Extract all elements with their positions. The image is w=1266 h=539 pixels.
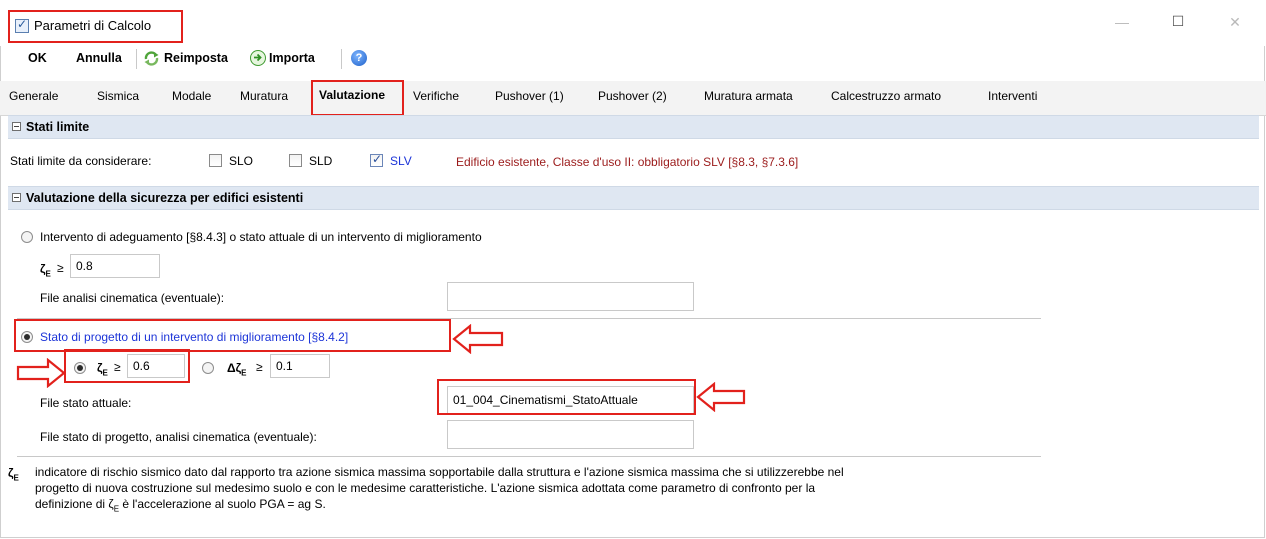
tab-verifiche[interactable]: Verifiche xyxy=(413,89,459,103)
left-arrow-icon xyxy=(452,324,504,354)
file-cinematica-input[interactable] xyxy=(447,282,694,311)
tab-generale[interactable]: Generale xyxy=(9,89,58,103)
slo-checkbox[interactable] xyxy=(209,154,222,167)
ok-button[interactable]: OK xyxy=(28,51,47,65)
geq-symbol: ≥ xyxy=(256,360,263,374)
slv-label: SLV xyxy=(390,154,412,168)
option-highlight-box xyxy=(14,319,451,352)
tab-muratura[interactable]: Muratura xyxy=(240,89,288,103)
section-title: Valutazione della sicurezza per edifici … xyxy=(26,191,304,205)
sld-label: SLD xyxy=(309,154,333,168)
section-valutazione[interactable]: Valutazione della sicurezza per edifici … xyxy=(8,186,1259,210)
stati-limite-label: Stati limite da considerare: xyxy=(10,154,152,168)
help-icon[interactable]: ? xyxy=(351,50,367,66)
geq-symbol: ≥ xyxy=(57,261,64,275)
footnote-text: definizione di ζ xyxy=(35,497,114,511)
arrow-right-circle-icon xyxy=(250,50,266,66)
footnote-line-1: indicatore di rischio sismico dato dal r… xyxy=(35,465,844,479)
tab-highlight-box xyxy=(311,80,404,116)
tab-modale[interactable]: Modale xyxy=(172,89,211,103)
reimposta-button[interactable]: Reimposta xyxy=(164,51,228,65)
delta-zeta-label: ΔζE xyxy=(227,361,247,377)
maximize-button[interactable]: ☐ xyxy=(1163,13,1193,30)
zeta-subscript: E xyxy=(13,473,19,483)
refresh-icon xyxy=(143,50,159,66)
delta-zeta-input[interactable]: 0.1 xyxy=(270,354,330,378)
zeta-highlight-box xyxy=(64,349,190,383)
file-stato-attuale-label: File stato attuale: xyxy=(40,396,132,410)
radio-adeguamento[interactable] xyxy=(21,231,33,243)
title-highlight-box xyxy=(8,10,183,43)
title-bar: ✓ Parametri di Calcolo — ☐ ✕ xyxy=(0,0,1266,46)
slo-label: SLO xyxy=(229,154,254,168)
toolbar-separator xyxy=(341,49,342,69)
delta-subscript: E xyxy=(241,368,247,378)
footnote-text: è l'accelerazione al suolo PGA = ag S. xyxy=(119,497,326,511)
zeta-subscript: E xyxy=(45,269,51,279)
section-title: Stati limite xyxy=(26,120,90,134)
file-progetto-input[interactable] xyxy=(447,420,694,449)
separator xyxy=(17,456,1041,457)
tab-bar: Generale Sismica Modale Muratura Valutaz… xyxy=(0,81,1266,116)
footnote-line-2: progetto di nuova costruzione sul medesi… xyxy=(35,481,816,495)
tab-pushover-1[interactable]: Pushover (1) xyxy=(495,89,564,103)
tab-calcestruzzo-armato[interactable]: Calcestruzzo armato xyxy=(831,89,941,103)
collapse-icon[interactable] xyxy=(12,122,21,131)
zeta-adeguamento-input[interactable]: 0.8 xyxy=(70,254,160,278)
tab-interventi[interactable]: Interventi xyxy=(988,89,1037,103)
left-arrow-icon xyxy=(696,382,746,412)
annulla-button[interactable]: Annulla xyxy=(76,51,122,65)
sld-checkbox[interactable] xyxy=(289,154,302,167)
section-stati-limite[interactable]: Stati limite xyxy=(8,115,1259,139)
file-cinematica-label: File analisi cinematica (eventuale): xyxy=(40,291,225,305)
minimize-button[interactable]: — xyxy=(1107,14,1137,30)
footnote-line-3: definizione di ζE è l'accelerazione al s… xyxy=(35,497,326,513)
toolbar-separator xyxy=(136,49,137,69)
option-adeguamento-label: Intervento di adeguamento [§8.4.3] o sta… xyxy=(40,230,482,244)
stati-limite-note: Edificio esistente, Classe d'uso II: obb… xyxy=(456,155,799,169)
tab-pushover-2[interactable]: Pushover (2) xyxy=(598,89,667,103)
file-highlight-box xyxy=(437,379,696,415)
footnote-symbol: ζE xyxy=(8,466,19,482)
tab-sismica[interactable]: Sismica xyxy=(97,89,139,103)
importa-button[interactable]: Importa xyxy=(269,51,315,65)
file-progetto-label: File stato di progetto, analisi cinemati… xyxy=(40,430,317,444)
zeta-label: ζE xyxy=(40,262,51,278)
tab-muratura-armata[interactable]: Muratura armata xyxy=(704,89,793,103)
collapse-icon[interactable] xyxy=(12,193,21,202)
delta-symbol: Δζ xyxy=(227,361,242,375)
right-arrow-icon xyxy=(16,358,66,388)
close-button[interactable]: ✕ xyxy=(1220,14,1250,31)
slv-checkbox[interactable] xyxy=(370,152,383,167)
radio-delta-zeta[interactable] xyxy=(202,362,214,374)
